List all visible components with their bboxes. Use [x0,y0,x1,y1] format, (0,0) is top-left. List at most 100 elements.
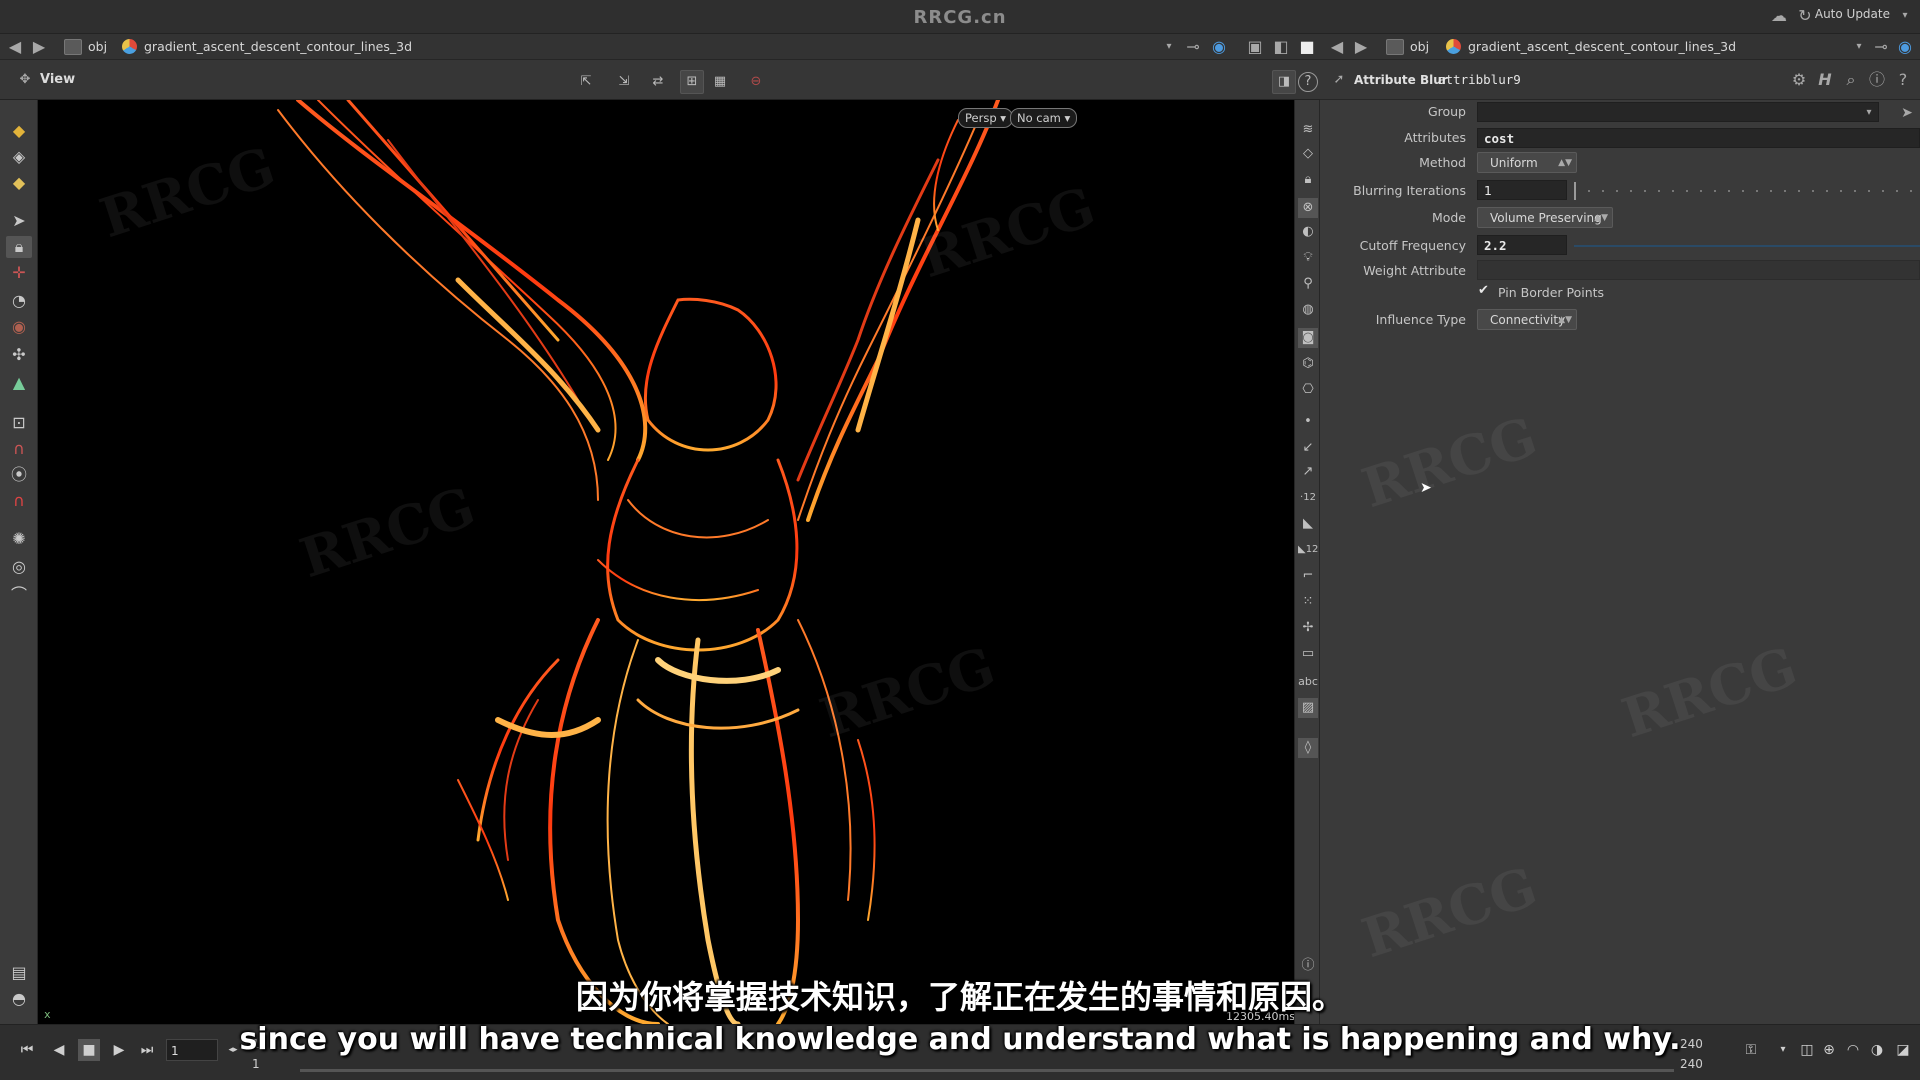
help-icon[interactable]: ? [1298,72,1318,92]
blurring-iterations-slider[interactable] [1574,190,1920,192]
magnet-icon[interactable]: ∩ [6,490,32,512]
text-abc-icon[interactable]: abc [1298,672,1318,692]
method-menu[interactable]: Uniform ▲▼ [1477,152,1577,173]
rotate-icon[interactable]: ◔ [6,290,32,312]
3d-viewport[interactable]: x Persp ▾ No cam ▾ 12305.40ms RRCG RRCG … [38,100,1294,1024]
cutoff-frequency-slider[interactable] [1574,245,1920,247]
back-arrow-icon[interactable]: ◀ [4,36,26,58]
select-arrow-icon[interactable]: ➤ [6,210,32,232]
link-icon[interactable]: ◉ [1208,36,1230,58]
camera-mode-menu[interactable]: Persp ▾ [958,108,1014,128]
auto-update-menu[interactable]: Auto Update [1815,7,1890,21]
material-icon[interactable]: ◍ [1298,300,1318,320]
secure-selection-icon[interactable]: ⇄ [646,70,670,94]
edge-icon[interactable]: ⌐ [1298,566,1318,586]
guide-icon[interactable]: ◊ [1298,738,1318,758]
path-dropdown-icon[interactable]: ▾ [1158,36,1180,58]
normal-icon[interactable]: ↙ [1298,438,1318,458]
brush-tool-icon[interactable]: ◆ [6,172,32,194]
weight-attribute-field[interactable] [1477,260,1920,280]
disable-select-icon[interactable]: ⊖ [744,70,768,94]
timeline-slider[interactable] [300,1069,1674,1072]
group-field[interactable] [1477,102,1879,122]
path-dropdown-icon[interactable]: ▾ [1848,36,1870,58]
path-network[interactable]: obj [88,39,107,54]
wireframe-icon[interactable]: ⌬ [1298,354,1318,374]
transform-icon[interactable]: ✛ [6,262,32,284]
influence-type-menu[interactable]: Connectivity ▲▼ [1477,309,1577,330]
gear-icon[interactable]: ⚙ [1788,69,1810,91]
layers-icon[interactable]: ≋ [1298,120,1318,140]
influence-type-label: Influence Type [1375,312,1466,327]
path-node[interactable]: gradient_ascent_descent_contour_lines_3d [1468,39,1736,54]
lock-icon[interactable]: 🔒︎ [1298,170,1318,190]
lock-icon[interactable]: 🔒︎ [6,236,32,258]
split-icon[interactable]: ◧ [1270,36,1292,58]
snap-icon[interactable]: ⦿ [6,464,32,486]
object-icon[interactable]: ◇ [1298,144,1318,164]
select-visible-icon[interactable]: ⊞ [680,70,704,94]
help-icon[interactable]: ? [1892,69,1914,91]
light-icon[interactable]: ✺ [6,528,32,550]
select-groups-icon[interactable]: ⇲ [612,70,636,94]
uv-icon[interactable]: ✢ [1298,618,1318,638]
path-network[interactable]: obj [1410,39,1429,54]
light-bulb-icon[interactable]: 💡︎ [1298,248,1318,268]
pin-border-points-checkbox[interactable]: ✔ [1478,284,1492,298]
pose-icon[interactable]: ▲ [6,372,32,394]
forward-arrow-icon[interactable]: ▶ [28,36,50,58]
refresh-icon[interactable]: ↻ [1794,5,1816,27]
pin-icon[interactable]: ⊸ [1870,36,1892,58]
prim-number-icon[interactable]: ◣12 [1298,540,1318,560]
subtitle-english: since you will have technical knowledge … [239,1022,1681,1057]
magnet-snap-icon[interactable]: ∩ [6,438,32,460]
camera-menu[interactable]: No cam ▾ [1010,108,1078,128]
light-bulb-icon[interactable]: ⚲ [1298,274,1318,294]
forward-arrow-icon[interactable]: ▶ [1350,36,1372,58]
info-icon[interactable]: ⓘ [1866,69,1888,91]
frame-icon[interactable]: ⊡ [6,412,32,434]
chevron-down-icon[interactable]: ▾ [1894,5,1916,27]
blurring-iterations-field[interactable]: 1 [1477,180,1567,200]
camera-icon[interactable]: ◎ [6,556,32,578]
background-image-icon[interactable]: ▨ [1298,698,1318,718]
range-end-bottom[interactable]: 240 [1680,1057,1703,1071]
pose-tool-icon[interactable]: ◈ [6,146,32,168]
ghost-icon[interactable]: ⊗ [1298,198,1318,218]
cutoff-frequency-field[interactable]: 2.2 [1477,235,1567,255]
path-node[interactable]: gradient_ascent_descent_contour_lines_3d [144,39,412,54]
back-arrow-icon[interactable]: ◀ [1326,36,1348,58]
display-options-icon[interactable]: ◨ [1272,70,1296,94]
select-arrow-icon[interactable]: ➤ [1896,102,1918,124]
mode-menu[interactable]: Volume Preserving ▲▼ [1477,207,1613,228]
menu-arrow-icon: ▲▼ [1594,213,1608,223]
dolly-icon[interactable]: ⌒ [6,584,32,606]
vector-icon[interactable]: ↗ [1298,462,1318,482]
group-dropdown-icon[interactable]: ▾ [1858,102,1880,124]
slider-handle[interactable] [1574,182,1576,200]
prim-icon[interactable]: ◣ [1298,514,1318,534]
pin-icon[interactable]: ⊸ [1182,36,1204,58]
handle-icon[interactable]: ✣ [6,344,32,366]
chat-icon[interactable]: ☁ [1768,5,1790,27]
menu-arrow-icon: ▲▼ [1558,158,1572,168]
select-box-icon[interactable]: ▦ [708,70,732,94]
vertex-icon[interactable]: ⁙ [1298,592,1318,612]
display-icon[interactable]: ◐ [1298,222,1318,242]
attributes-field[interactable]: cost [1477,128,1920,148]
point-icon[interactable]: • [1298,412,1318,432]
square-icon[interactable]: ■ [1296,36,1318,58]
node-name-field[interactable]: attribblur9 [1438,70,1778,90]
scale-icon[interactable]: ◉ [6,316,32,338]
bound-icon[interactable]: ▭ [1298,644,1318,664]
shading-icon[interactable]: ◙ [1298,328,1318,348]
scene-icon[interactable]: ⎔ [1298,380,1318,400]
view-tool-icon[interactable]: ◆ [6,120,32,142]
select-mode-icon[interactable]: ⇱ [574,70,598,94]
search-icon[interactable]: ⌕ [1840,69,1862,91]
cube-icon[interactable]: ▣ [1244,36,1266,58]
hda-icon[interactable]: H [1814,69,1836,91]
point-number-icon[interactable]: ·12 [1298,488,1318,508]
link-icon[interactable]: ◉ [1894,36,1916,58]
app-title: RRCG.cn [913,7,1007,28]
